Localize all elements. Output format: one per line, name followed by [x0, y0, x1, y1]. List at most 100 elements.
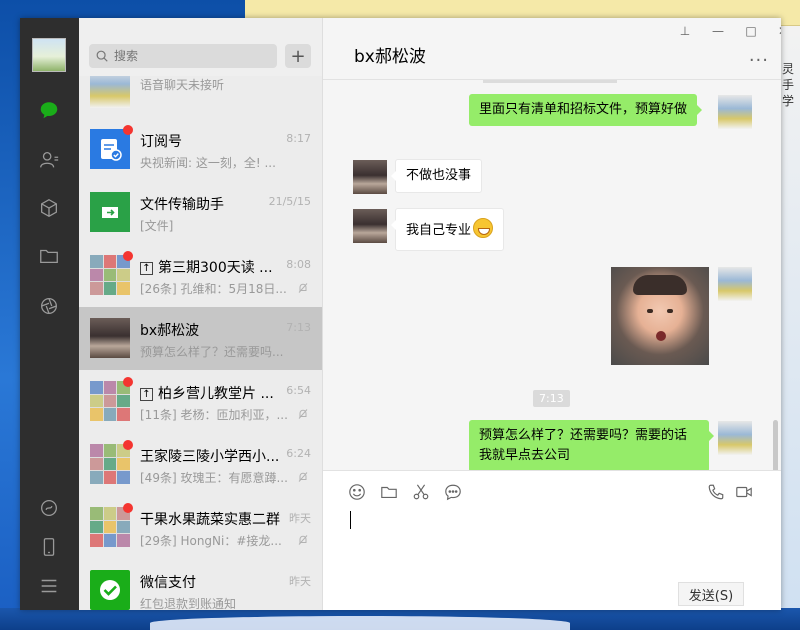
chat-avatar [90, 444, 130, 484]
chat-name-text: 微信支付 [140, 575, 196, 591]
chat-avatar [90, 192, 130, 232]
unread-badge [123, 377, 133, 387]
add-chat-button[interactable]: + [285, 44, 311, 68]
mini-programs-icon[interactable] [37, 496, 61, 520]
chat-name: 干果水果蔬菜实惠二群 [140, 509, 280, 529]
chat-preview: 语音聊天未接听 [140, 78, 225, 92]
unread-badge [123, 251, 133, 261]
chat-list: ??云·英况手1I·M4D语音聊天未接听订阅号央视新闻: 这一刻，全! ...8… [79, 18, 323, 610]
message-timestamp: 7:13 [533, 390, 570, 407]
chat-list-item[interactable]: 微信支付 红包退款到账通知 昨天 [79, 559, 322, 610]
chat-avatar [90, 507, 130, 547]
desktop-edge-text: 学 [782, 94, 795, 108]
my-avatar[interactable] [32, 38, 66, 72]
my-message-avatar[interactable] [718, 95, 752, 129]
chat-preview: 预算怎么样了？还需要吗... [140, 345, 284, 359]
minimize-button[interactable]: — [708, 24, 728, 38]
contact-message-avatar[interactable] [353, 209, 387, 243]
chat-list-item[interactable]: 订阅号 央视新闻: 这一刻，全! ... 8:17 [79, 118, 322, 181]
send-button[interactable]: 发送(S) [678, 582, 744, 606]
send-file-icon[interactable] [378, 481, 400, 503]
screenshot-scissors-icon[interactable] [410, 481, 432, 503]
chat-list-item[interactable]: ↑ 柏乡营儿教堂片 ... [11条] 老杨：匝加利亚，... 6:54 [79, 370, 322, 433]
chat-name-text: 王家陵三陵小学西小... [140, 449, 280, 465]
desktop-edge-text: 灵 [782, 62, 795, 76]
muted-bell-icon [298, 283, 308, 293]
chat-avatar [90, 570, 130, 610]
more-options-button[interactable]: ··· [749, 50, 769, 71]
chat-name-text: 文件传输助手 [140, 197, 224, 213]
chat-list-item[interactable]: 干果水果蔬菜实惠二群 [29条] HongNi：#接龙... 昨天 [79, 496, 322, 559]
chat-name-text: 第三期300天读 ... [158, 260, 273, 276]
chat-list-item[interactable]: 王家陵三陵小学西小... [49条] 玫瑰王：有愿意蹲... 6:24 [79, 433, 322, 496]
chat-avatar [90, 255, 130, 295]
chat-avatar [90, 129, 130, 169]
grin-emoji-icon [473, 218, 494, 238]
message-text: 我自己专业 [406, 223, 472, 238]
chat-avatar [90, 318, 130, 358]
contact-message-avatar[interactable] [353, 160, 387, 194]
chat-time: 7:13 [286, 321, 311, 334]
maximize-button[interactable]: □ [741, 24, 761, 38]
file-transfer-icon [102, 207, 118, 218]
muted-bell-icon [298, 409, 308, 419]
chat-list-item[interactable]: 文件传输助手 [文件] 21/5/15 [79, 181, 322, 244]
menu-icon[interactable] [37, 574, 61, 598]
muted-bell-icon [298, 535, 308, 545]
conversation-title: bx郝松波 [354, 47, 426, 67]
chat-name: ↑ 柏乡营儿教堂片 ... [140, 383, 280, 403]
chat-preview: [26条] 孔维和：5月18日... [140, 282, 287, 296]
search-bar: + [79, 18, 322, 76]
chat-icon[interactable] [37, 98, 61, 122]
message-bubble-received[interactable]: 不做也没事 [390, 159, 483, 193]
search-box[interactable] [89, 44, 277, 68]
image-message[interactable] [611, 267, 709, 365]
wechat-window: ??云·英况手1I·M4D语音聊天未接听订阅号央视新闻: 这一刻，全! ...8… [20, 18, 781, 610]
unread-badge [123, 125, 133, 135]
chat-preview: [49条] 玫瑰王：有愿意蹲... [140, 471, 288, 485]
chat-name: 王家陵三陵小学西小... [140, 446, 280, 466]
search-input[interactable] [114, 49, 264, 63]
pinned-icon: ↑ [140, 388, 153, 401]
message-bubble-received[interactable]: 我自己专业 [390, 208, 505, 251]
chat-name: ↑ 第三期300天读 ... [140, 257, 280, 277]
video-call-icon[interactable] [733, 481, 755, 503]
chat-name-text: 柏乡营儿教堂片 ... [158, 386, 274, 402]
previous-message-edge [483, 80, 617, 83]
message-bubble-sent[interactable]: 里面只有清单和招标文件，预算好做 [469, 94, 703, 126]
chat-time: 昨天 [289, 575, 311, 588]
emoji-icon[interactable] [346, 481, 368, 503]
chat-list-item[interactable]: ↑ 第三期300天读 ... [26条] 孔维和：5月18日... 8:08 [79, 244, 322, 307]
chat-time: 昨天 [289, 512, 311, 525]
chat-preview: [11条] 老杨：匝加利亚，... [140, 408, 288, 422]
message-area: 里面只有清单和招标文件，预算好做 不做也没事 我自己专业 7:13 预算怎么样了… [323, 80, 781, 470]
conversation-header: bx郝松波 ··· ⊥ — □ ✕ [323, 18, 781, 80]
search-icon [96, 50, 108, 62]
contacts-icon[interactable] [37, 148, 61, 172]
my-message-avatar[interactable] [718, 267, 752, 301]
chat-time: 8:17 [286, 132, 311, 145]
phone-icon[interactable] [37, 535, 61, 559]
message-bubble-sent[interactable]: 预算怎么样了？还需要吗？需要的话我就早点去公司 [469, 420, 714, 470]
pin-window-button[interactable]: ⊥ [675, 24, 695, 38]
chat-history-icon[interactable] [442, 481, 464, 503]
pinned-icon: ↑ [140, 262, 153, 275]
close-button[interactable]: ✕ [773, 24, 781, 38]
chat-preview: [29条] HongNi：#接龙... [140, 534, 282, 548]
moments-icon[interactable] [37, 294, 61, 318]
folder-icon[interactable] [37, 244, 61, 268]
composer: 发送(S) [323, 470, 781, 610]
unread-badge [123, 440, 133, 450]
favorites-icon[interactable] [37, 196, 61, 220]
desktop-right-edge: 灵 手 学 [778, 26, 800, 626]
nav-rail [20, 18, 79, 610]
desktop-edge-text: 手 [782, 78, 795, 92]
my-message-avatar[interactable] [718, 421, 752, 455]
conversation-pane: bx郝松波 ··· ⊥ — □ ✕ 里面只有清单和招标文件，预算好做 不做也没事… [323, 18, 781, 610]
chat-name-text: 订阅号 [140, 134, 182, 150]
chat-list-item[interactable]: bx郝松波 预算怎么样了？还需要吗... 7:13 [79, 307, 322, 370]
voice-call-icon[interactable] [705, 481, 727, 503]
message-scrollbar[interactable] [773, 420, 778, 470]
chat-name-text: 干果水果蔬菜实惠二群 [140, 512, 280, 528]
desktop-bottom [0, 608, 800, 630]
